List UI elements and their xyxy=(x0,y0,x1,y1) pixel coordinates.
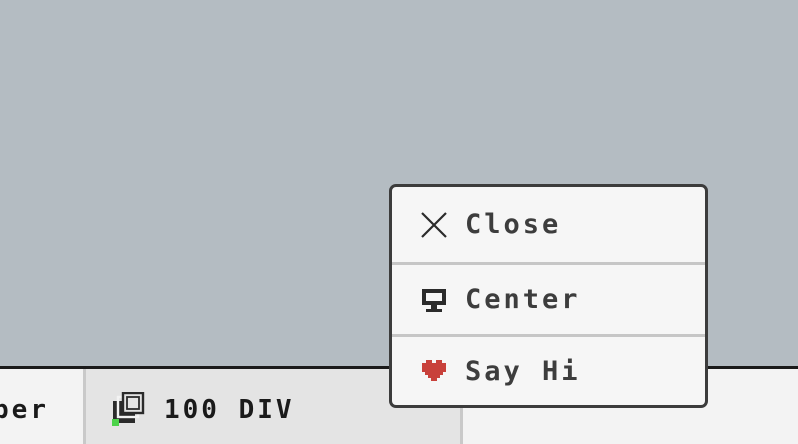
taskbar-item-label: 100 DIV xyxy=(164,395,295,425)
menu-item-center[interactable]: Center xyxy=(392,262,705,334)
monitor-icon xyxy=(422,288,446,312)
close-icon xyxy=(421,211,447,238)
overlapping-squares-app-icon xyxy=(112,392,145,426)
menu-item-say-hi-label: Say Hi xyxy=(465,356,581,387)
taskbar-item-partial[interactable]: per xyxy=(0,369,86,444)
menu-item-close-label: Close xyxy=(465,209,562,240)
menu-item-center-label: Center xyxy=(465,284,581,315)
heart-icon xyxy=(422,359,446,384)
taskbar-item-partial-label: per xyxy=(0,395,49,425)
context-menu: Close Center Say Hi xyxy=(389,184,708,408)
menu-item-close[interactable]: Close xyxy=(392,187,705,262)
menu-item-say-hi[interactable]: Say Hi xyxy=(392,334,705,405)
